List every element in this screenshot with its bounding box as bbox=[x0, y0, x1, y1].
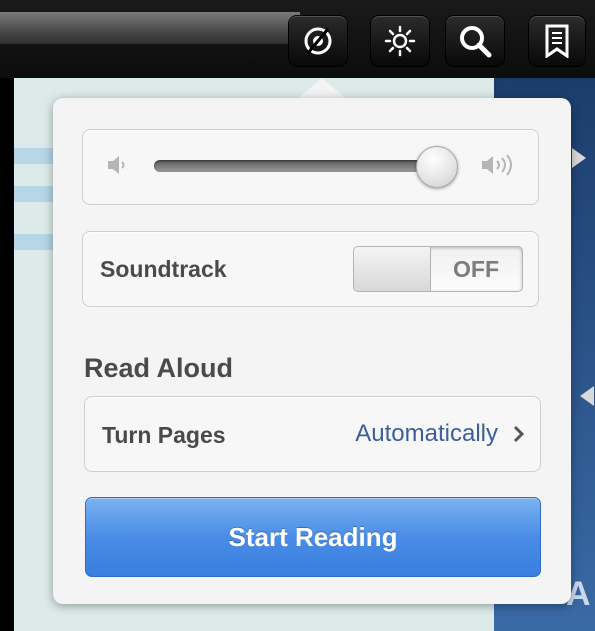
page-next-arrow-icon bbox=[572, 148, 586, 168]
search-button[interactable] bbox=[446, 16, 504, 66]
soundtrack-group: Soundtrack OFF bbox=[82, 231, 539, 307]
audio-popover: Soundtrack OFF Read Aloud Turn Pages Aut… bbox=[53, 98, 571, 604]
toolbar-background bbox=[0, 12, 300, 44]
page-prev-arrow-icon bbox=[580, 386, 594, 406]
speaker-high-icon bbox=[482, 154, 512, 176]
toggle-state: OFF bbox=[453, 256, 499, 282]
bookmark-button[interactable] bbox=[529, 16, 585, 66]
soundtrack-toggle[interactable]: OFF bbox=[353, 246, 523, 292]
turn-pages-row[interactable]: Turn Pages Automatically bbox=[84, 396, 541, 472]
start-reading-button[interactable]: Start Reading bbox=[85, 497, 541, 577]
toolbar bbox=[0, 0, 595, 78]
turn-pages-label: Turn Pages bbox=[102, 422, 226, 448]
turn-pages-value: Automatically bbox=[355, 420, 498, 447]
volume-slider-track[interactable] bbox=[154, 160, 454, 172]
popover-arrow bbox=[296, 78, 348, 100]
bookmark-icon bbox=[545, 24, 569, 58]
audio-icon bbox=[304, 27, 332, 55]
soundtrack-label: Soundtrack bbox=[100, 256, 227, 282]
chevron-right-icon bbox=[513, 425, 525, 443]
brightness-button[interactable] bbox=[371, 16, 429, 66]
audio-button[interactable] bbox=[289, 16, 347, 66]
volume-slider-thumb[interactable] bbox=[416, 146, 458, 188]
brightness-icon bbox=[384, 25, 416, 57]
volume-group bbox=[82, 129, 539, 205]
toggle-knob[interactable] bbox=[354, 247, 431, 291]
search-icon bbox=[460, 26, 492, 58]
speaker-low-icon bbox=[108, 156, 125, 174]
read-aloud-heading: Read Aloud bbox=[84, 353, 234, 383]
